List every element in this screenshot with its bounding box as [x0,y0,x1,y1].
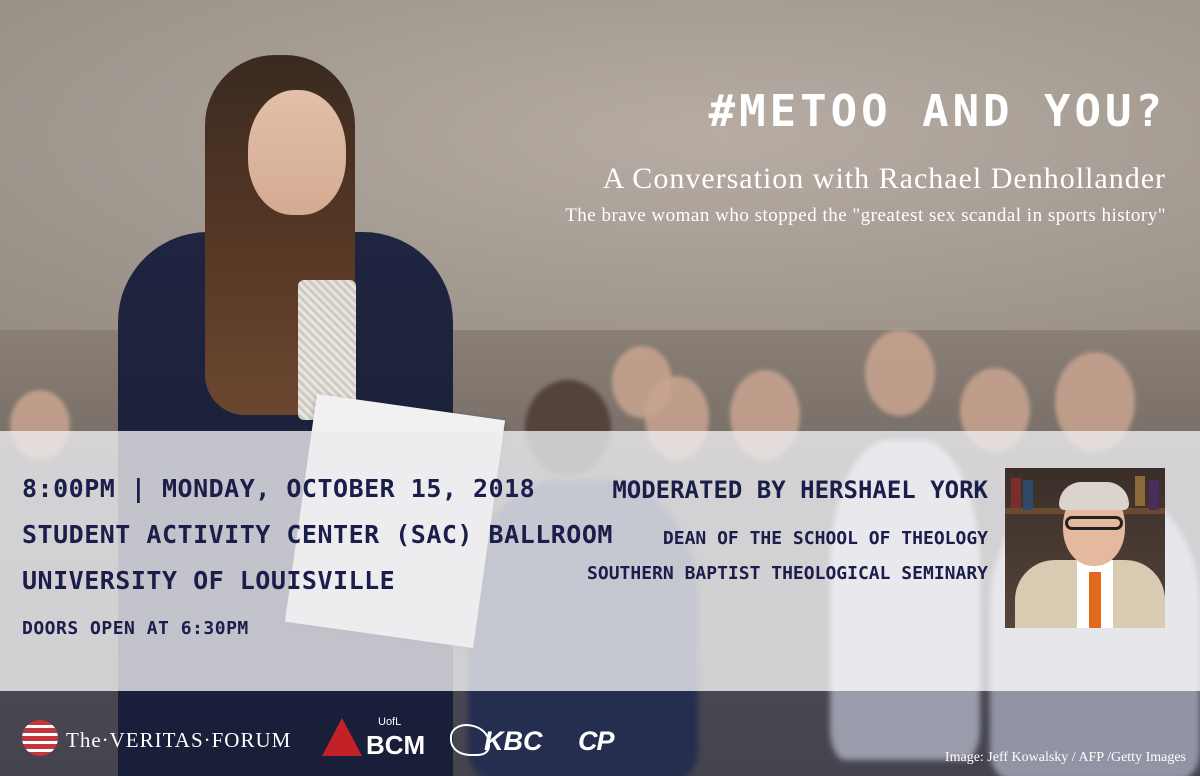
book [1149,480,1159,510]
image-credit: Image: Jeff Kowalsky / AFP /Getty Images [944,750,1186,765]
event-datetime: 8:00PM | MONDAY, OCTOBER 15, 2018 [22,474,536,503]
audience-head [612,346,672,418]
veritas-forum-logo-text: The·VERITAS·FORUM [66,728,292,752]
moderator-role: DEAN OF THE SCHOOL OF THEOLOGY [662,528,988,549]
moderator-heading: MODERATED BY HERSHAEL YORK [612,476,988,504]
event-institution: UNIVERSITY OF LOUISVILLE [22,566,396,595]
bcm-logo-text: BCM [366,730,426,760]
moderator-glasses [1065,516,1123,530]
moderator-tie [1089,572,1101,628]
veritas-forum-logo-icon [22,720,58,756]
book [1023,480,1033,510]
poster-subtitle: A Conversation with Rachael Denhollander [602,162,1166,195]
poster-title: #METOO AND YOU? [708,86,1166,137]
doors-open-time: DOORS OPEN AT 6:30PM [22,618,249,639]
bcm-logo-small-text: UofL [378,716,402,728]
moderator-photo [1005,468,1165,628]
book [1135,476,1145,506]
audience-head [865,330,935,416]
moderator-hair [1059,482,1129,510]
cp-logo-text: CP [578,726,615,756]
woman-figure-face [248,90,346,215]
book [1011,478,1021,508]
event-poster: #METOO AND YOU? A Conversation with Rach… [0,0,1200,776]
bcm-logo-icon [322,718,362,756]
poster-tagline: The brave woman who stopped the "greates… [565,205,1166,226]
moderator-organization: SOUTHERN BAPTIST THEOLOGICAL SEMINARY [587,563,988,584]
kbc-logo-text: KBC [484,726,543,756]
event-venue: STUDENT ACTIVITY CENTER (SAC) BALLROOM [22,520,613,549]
